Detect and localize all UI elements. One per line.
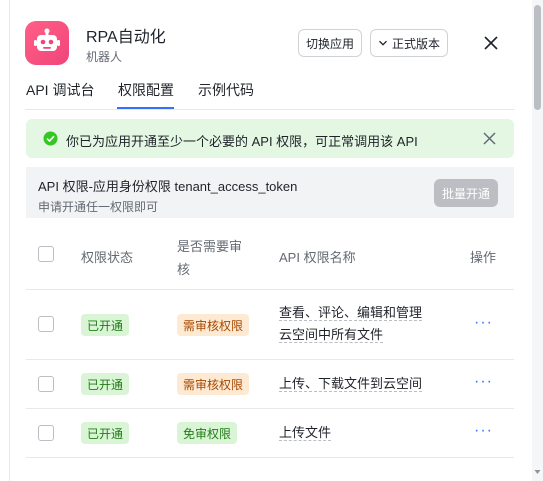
row-checkbox[interactable] bbox=[38, 316, 54, 332]
review-badge: 需审核权限 bbox=[177, 314, 250, 336]
version-label: 正式版本 bbox=[391, 36, 440, 51]
table-divider bbox=[26, 289, 514, 290]
app-subtitle: 机器人 bbox=[86, 50, 123, 64]
permission-name-line1: 查看、评论、编辑和管理 bbox=[279, 305, 423, 321]
permission-group-header: API 权限-应用身份权限 tenant_access_token 申请开通任一… bbox=[26, 167, 514, 218]
bulk-enable-button[interactable]: 批量开通 bbox=[434, 179, 498, 207]
permission-name-line1: 上传文件 bbox=[279, 425, 332, 441]
tab-api-console[interactable]: API 调试台 bbox=[26, 80, 94, 100]
check-circle-icon bbox=[43, 131, 58, 146]
alert-text: 你已为应用开通至少一个必要的 API 权限，可正常调用该 API bbox=[66, 134, 418, 149]
review-badge: 需审核权限 bbox=[177, 373, 250, 395]
status-badge: 已开通 bbox=[81, 422, 130, 444]
scroll-down-arrow-icon[interactable] bbox=[534, 468, 541, 476]
close-icon[interactable] bbox=[481, 33, 501, 53]
status-badge: 已开通 bbox=[81, 373, 130, 395]
more-actions-button[interactable]: ··· bbox=[474, 373, 493, 391]
row-checkbox[interactable] bbox=[38, 425, 54, 441]
review-badge: 免审权限 bbox=[177, 422, 238, 444]
close-icon[interactable] bbox=[482, 131, 497, 146]
scroll-thumb[interactable] bbox=[534, 5, 541, 110]
permission-name[interactable]: 上传文件 bbox=[279, 422, 332, 444]
permission-name[interactable]: 上传、下载文件到云空间 bbox=[279, 373, 423, 395]
permission-name[interactable]: 查看、评论、编辑和管理 云空间中所有文件 bbox=[279, 302, 423, 346]
more-actions-button[interactable]: ··· bbox=[474, 422, 493, 440]
active-tab-indicator bbox=[117, 107, 174, 109]
col-header-review-line1: 是否需要审 bbox=[177, 239, 243, 254]
switch-app-button[interactable]: 切换应用 bbox=[298, 29, 362, 57]
col-header-action: 操作 bbox=[470, 250, 497, 265]
col-header-review: 是否需要审 核 bbox=[177, 236, 242, 278]
permission-name-line1: 上传、下载文件到云空间 bbox=[279, 376, 423, 392]
more-actions-button[interactable]: ··· bbox=[474, 314, 493, 332]
tabs-divider bbox=[25, 109, 515, 110]
success-alert: 你已为应用开通至少一个必要的 API 权限，可正常调用该 API bbox=[26, 119, 514, 158]
select-all-checkbox[interactable] bbox=[38, 246, 54, 262]
tab-permission-config[interactable]: 权限配置 bbox=[118, 80, 174, 100]
app-title: RPA自动化 bbox=[86, 29, 166, 46]
tab-sample-code[interactable]: 示例代码 bbox=[198, 80, 254, 100]
chevron-down-icon bbox=[379, 40, 387, 46]
col-header-review-line2: 核 bbox=[177, 262, 191, 277]
vertical-scrollbar[interactable] bbox=[532, 0, 543, 481]
col-header-status: 权限状态 bbox=[81, 250, 134, 265]
group-title: API 权限-应用身份权限 tenant_access_token bbox=[38, 179, 298, 194]
row-checkbox[interactable] bbox=[38, 376, 54, 392]
permission-name-line2: 云空间中所有文件 bbox=[279, 327, 384, 343]
robot-app-icon bbox=[25, 21, 69, 65]
table-divider bbox=[26, 359, 514, 360]
group-subtitle: 申请开通任一权限即可 bbox=[38, 200, 159, 214]
status-badge: 已开通 bbox=[81, 314, 130, 336]
table-divider bbox=[26, 408, 514, 409]
col-header-name: API 权限名称 bbox=[279, 250, 356, 265]
table-divider bbox=[26, 457, 514, 458]
version-select[interactable]: 正式版本 bbox=[370, 29, 448, 57]
